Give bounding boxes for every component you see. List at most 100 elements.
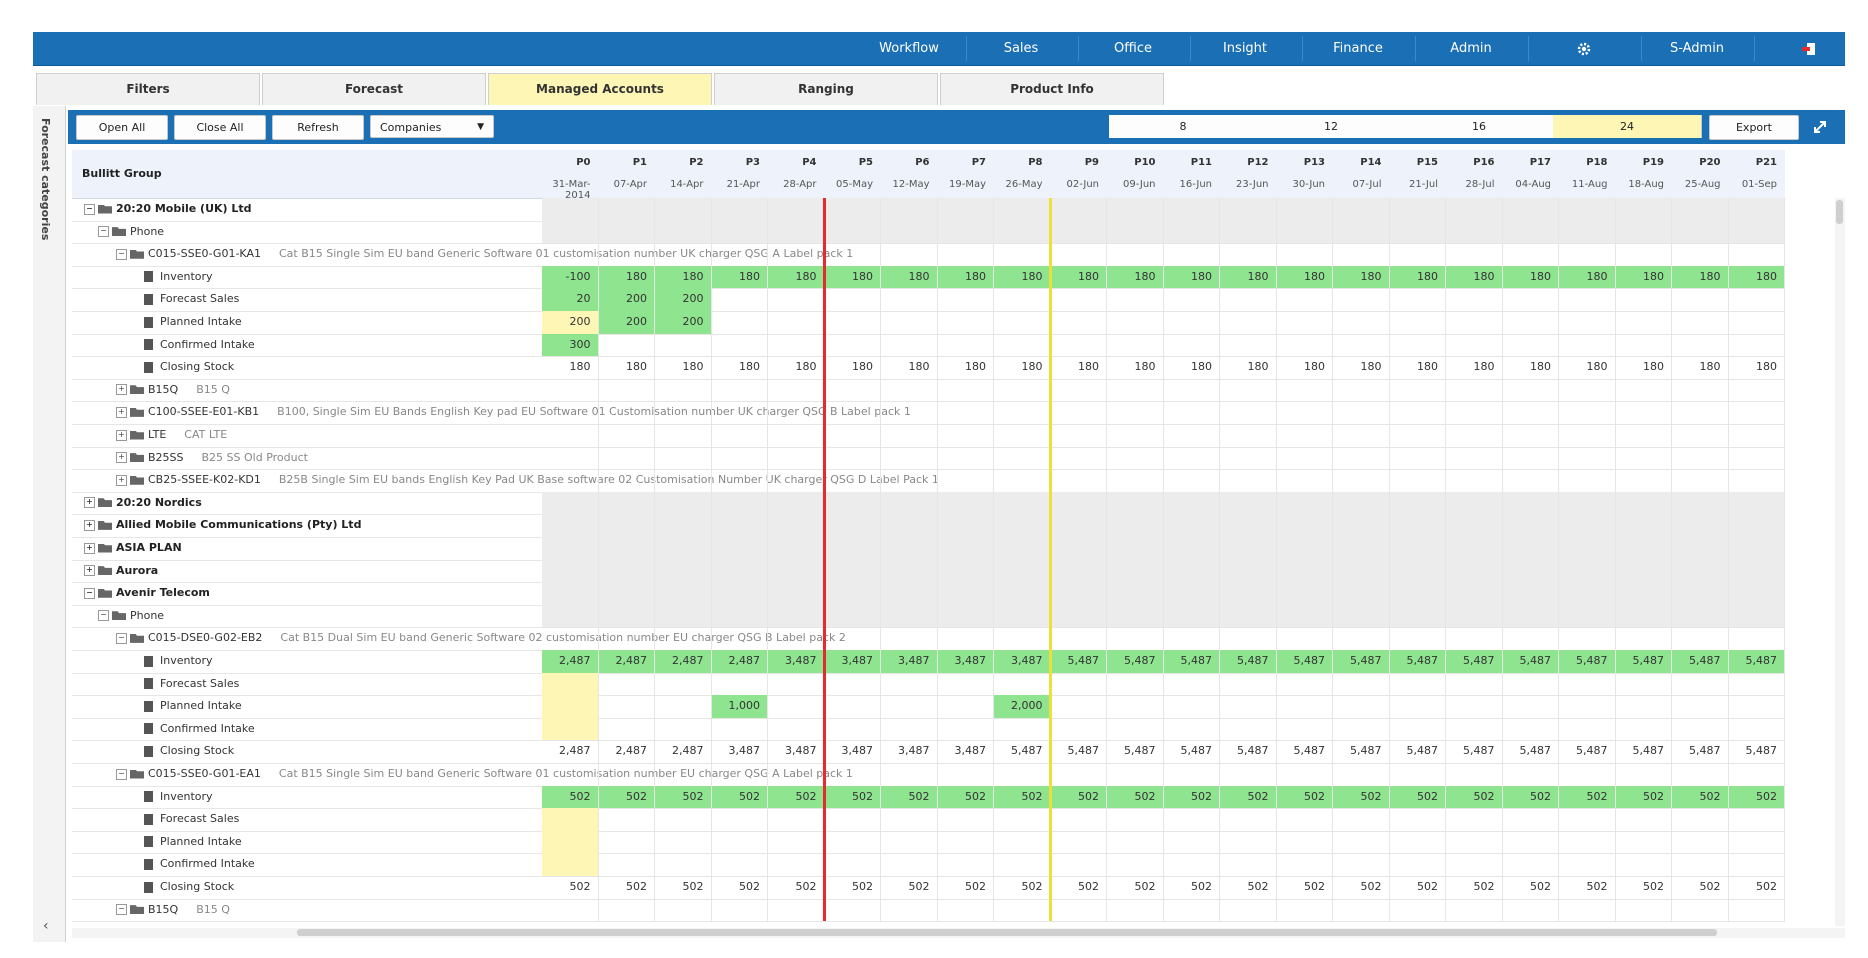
value-cell[interactable]: 502 <box>1276 785 1333 809</box>
value-cell[interactable]: 502 <box>1446 785 1503 809</box>
value-cell[interactable] <box>938 830 994 854</box>
value-cell[interactable]: 502 <box>542 876 599 899</box>
value-cell[interactable]: 3,487 <box>712 740 768 763</box>
value-cell[interactable] <box>1616 311 1672 334</box>
value-cell[interactable]: 3,487 <box>824 650 881 673</box>
value-cell[interactable]: 180 <box>881 356 938 379</box>
value-cell[interactable]: 180 <box>1502 265 1559 289</box>
expand-toggle-icon[interactable]: + <box>116 452 127 464</box>
value-cell[interactable] <box>1672 672 1729 696</box>
value-cell[interactable] <box>881 672 938 696</box>
value-cell[interactable]: 502 <box>1050 785 1107 809</box>
value-cell[interactable] <box>1672 717 1729 741</box>
value-cell[interactable] <box>1333 672 1390 696</box>
nav-sales[interactable]: Sales <box>1004 32 1039 65</box>
value-cell[interactable] <box>1164 288 1220 311</box>
value-cell[interactable]: 5,487 <box>1220 650 1277 673</box>
value-cell[interactable]: 502 <box>1446 876 1503 899</box>
value-cell[interactable] <box>1164 717 1220 741</box>
value-cell[interactable]: 200 <box>655 311 712 334</box>
product-row[interactable]: + CB25-SSEE-K02-KD1 B25B Single Sim EU ban… <box>72 469 1785 493</box>
value-cell[interactable]: 5,487 <box>1050 650 1107 673</box>
chevron-left-icon[interactable]: ‹ <box>43 918 49 934</box>
value-cell[interactable]: 5,487 <box>1333 650 1390 673</box>
value-cell[interactable] <box>1277 672 1333 696</box>
value-cell[interactable]: 20 <box>542 288 599 311</box>
company-row[interactable]: − 20:20 Mobile (UK) Ltd <box>72 198 1785 222</box>
value-cell[interactable] <box>1164 830 1220 854</box>
value-cell[interactable]: 180 <box>1050 265 1107 289</box>
value-cell[interactable] <box>1107 717 1164 741</box>
product-row[interactable]: − C015-SSE0-G01-EA1 Cat B15 Single Sim EU … <box>72 763 1785 787</box>
value-cell[interactable] <box>1390 672 1446 696</box>
value-cell[interactable]: 180 <box>1107 356 1164 379</box>
value-cell[interactable] <box>1503 808 1559 831</box>
value-cell[interactable]: 180 <box>1163 265 1220 289</box>
value-cell[interactable] <box>1390 333 1446 357</box>
expand-toggle-icon[interactable]: + <box>84 497 95 509</box>
value-cell[interactable]: 180 <box>1615 265 1672 289</box>
value-cell[interactable]: 502 <box>1729 876 1785 899</box>
collapse-toggle-icon[interactable]: − <box>98 226 109 238</box>
value-cell[interactable] <box>881 717 938 741</box>
value-cell[interactable] <box>1051 717 1107 741</box>
expand-toggle-icon[interactable]: + <box>116 406 127 418</box>
value-cell[interactable]: 5,487 <box>1616 740 1672 763</box>
value-cell[interactable]: 180 <box>768 265 825 289</box>
value-cell[interactable]: 180 <box>994 265 1051 289</box>
product-row[interactable]: − B15Q B15 Q <box>72 898 1785 923</box>
value-cell[interactable]: 5,487 <box>1672 740 1729 763</box>
value-cell[interactable] <box>1164 311 1220 334</box>
value-cell[interactable] <box>1277 695 1333 718</box>
value-cell[interactable] <box>1559 808 1616 831</box>
value-cell[interactable]: 502 <box>881 785 938 809</box>
value-cell[interactable] <box>1220 717 1277 741</box>
logout-icon[interactable] <box>1801 32 1817 65</box>
expand-toggle-icon[interactable]: + <box>84 565 95 577</box>
expand-icon[interactable] <box>1811 118 1829 136</box>
value-cell[interactable]: 180 <box>994 356 1051 379</box>
value-cell[interactable] <box>1503 717 1559 741</box>
value-cell[interactable] <box>1333 808 1390 831</box>
value-cell[interactable] <box>1333 333 1390 357</box>
value-cell[interactable] <box>1559 717 1616 741</box>
value-cell[interactable]: 5,487 <box>1446 740 1503 763</box>
tab-managed-accounts[interactable]: Managed Accounts <box>488 73 712 105</box>
value-cell[interactable]: 502 <box>655 876 712 899</box>
value-cell[interactable]: 5,487 <box>1277 740 1333 763</box>
value-cell[interactable] <box>1277 311 1333 334</box>
expand-toggle-icon[interactable]: + <box>116 429 127 441</box>
value-cell[interactable] <box>1616 717 1672 741</box>
value-cell[interactable] <box>881 311 938 334</box>
value-cell[interactable]: 180 <box>768 356 825 379</box>
value-cell[interactable]: 200 <box>655 288 712 311</box>
value-cell[interactable]: -100 <box>542 265 599 289</box>
value-cell[interactable] <box>994 311 1051 334</box>
value-cell[interactable] <box>938 717 994 741</box>
value-cell[interactable] <box>1729 333 1785 357</box>
value-cell[interactable] <box>655 853 712 876</box>
value-cell[interactable] <box>1107 853 1164 876</box>
tab-filters[interactable]: Filters <box>36 73 260 105</box>
value-cell[interactable]: 2,487 <box>655 650 712 673</box>
value-cell[interactable]: 180 <box>1277 356 1333 379</box>
value-cell[interactable] <box>599 672 655 696</box>
value-cell[interactable]: 180 <box>1107 265 1164 289</box>
value-cell[interactable] <box>768 288 825 311</box>
value-cell[interactable]: 502 <box>598 785 655 809</box>
vertical-scroll-thumb[interactable] <box>1836 200 1843 224</box>
collapse-toggle-icon[interactable]: − <box>116 248 127 260</box>
value-cell[interactable] <box>542 695 599 718</box>
value-cell[interactable] <box>1051 333 1107 357</box>
value-cell[interactable] <box>1503 288 1559 311</box>
value-cell[interactable]: 502 <box>655 785 712 809</box>
value-cell[interactable] <box>825 808 881 831</box>
value-cell[interactable]: 502 <box>1728 785 1785 809</box>
value-cell[interactable] <box>1164 695 1220 718</box>
value-cell[interactable] <box>1390 717 1446 741</box>
value-cell[interactable]: 502 <box>768 785 825 809</box>
value-cell[interactable] <box>1446 672 1503 696</box>
value-cell[interactable] <box>1672 288 1729 311</box>
value-cell[interactable]: 5,487 <box>1446 650 1503 673</box>
value-cell[interactable] <box>994 853 1051 876</box>
